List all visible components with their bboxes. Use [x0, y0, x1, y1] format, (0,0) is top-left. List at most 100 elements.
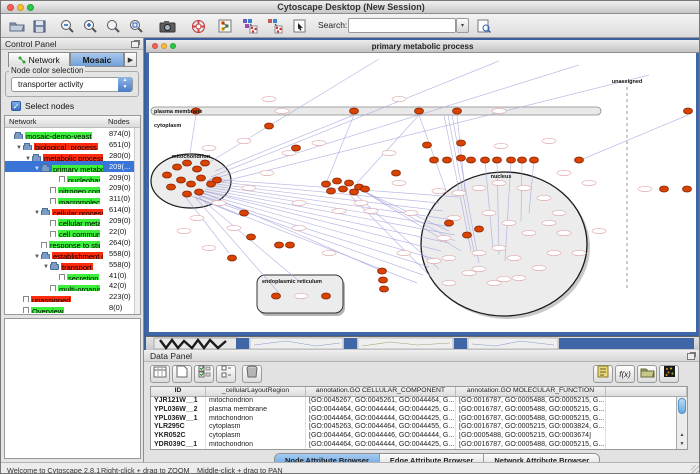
tree-row[interactable]: ▼cellular process614(0) — [5, 204, 140, 215]
help-button[interactable] — [187, 16, 209, 36]
snapshot-icon — [159, 20, 176, 33]
table-cell[interactable]: mitochondrion — [206, 397, 306, 406]
scroll-down-icon[interactable]: ▼ — [677, 440, 687, 449]
new-attribute-button[interactable] — [172, 365, 192, 383]
column-header-region[interactable]: _cellularLayoutRegion — [206, 387, 306, 396]
table-cell[interactable]: cytoplasm — [206, 432, 306, 441]
table-row[interactable]: YKR052Ccytoplasm[GO:0044464, GO:0044446,… — [151, 432, 687, 441]
tree-row-label: nitrogen compound — [58, 187, 100, 194]
tree-row[interactable]: macromolecule311(0) — [5, 193, 140, 204]
apply-layout-2-button[interactable] — [264, 16, 286, 36]
tree-row[interactable]: unassigned223(0) — [5, 291, 140, 302]
tree-header-nodes: Nodes — [108, 117, 130, 126]
zoom-fit-button[interactable] — [125, 16, 147, 36]
tree-row[interactable]: response to stimulus264(0) — [5, 237, 140, 248]
table-cell[interactable]: [GO:0016787, GO:0005488, GO:0005215, G..… — [456, 397, 606, 406]
table-row[interactable]: YPL036W__1mitochondrion[GO:0044464, GO:0… — [151, 415, 687, 424]
matrix-view-button[interactable] — [659, 365, 679, 383]
table-cell[interactable]: YPL036W__2 — [151, 406, 206, 415]
apply-layout-1-icon — [242, 18, 258, 34]
select-attributes-button[interactable] — [194, 365, 214, 383]
tree-row[interactable]: ▼biological_process651(0) — [5, 139, 140, 150]
search-options-button[interactable] — [473, 16, 495, 36]
zoom-in-button[interactable] — [79, 16, 101, 36]
formula-builder-button[interactable]: f(x) — [615, 365, 635, 383]
network-canvas[interactable]: plasma membranecytoplasmmitochondrionnuc… — [149, 53, 696, 332]
attribute-list-button[interactable] — [216, 365, 236, 383]
table-cell[interactable]: [GO:0044464, GO:0044444, GO:0044425, G..… — [306, 441, 456, 450]
tree-row[interactable]: ▼transport558(0) — [5, 259, 140, 270]
scroll-up-icon[interactable]: ▲ — [677, 431, 687, 440]
notes-button[interactable] — [593, 365, 613, 383]
tree-row[interactable]: nucleobase-containing209(0) — [5, 172, 140, 183]
birds-eye-view[interactable] — [4, 318, 141, 459]
search-input[interactable] — [348, 18, 456, 33]
table-cell[interactable]: [GO:0016787, GO:0005488, GO:0005215, G..… — [456, 406, 606, 415]
table-cell[interactable]: [GO:0016787, GO:0005215, GO:0003824, G..… — [456, 423, 606, 432]
tree-row[interactable]: ▼establishment of loc558(0) — [5, 248, 140, 259]
table-cell[interactable]: [GO:0005488, GO:0005215, GO:0003674] — [456, 432, 606, 441]
select-nodes-checkbox[interactable]: ✓ — [11, 101, 21, 111]
tab-mosaic[interactable]: Mosaic — [70, 52, 124, 67]
open-file-button[interactable] — [6, 16, 28, 36]
table-cell[interactable]: [GO:0044464, GO:0044444, GO:0044425, G..… — [306, 406, 456, 415]
float-panel-icon[interactable] — [131, 41, 139, 48]
tab-network[interactable]: Network — [8, 52, 70, 67]
table-cell[interactable]: [GO:0016787, GO:0005488, GO:0005215, G..… — [456, 415, 606, 424]
table-cell[interactable]: YKR052C — [151, 432, 206, 441]
import-attributes-button[interactable] — [637, 365, 657, 383]
attribute-table-button[interactable] — [150, 365, 170, 383]
tree-row[interactable]: secretion41(0) — [5, 270, 140, 281]
table-cell[interactable]: plasma membrane — [206, 406, 306, 415]
node-color-dropdown[interactable]: transporter activity ▲▼ — [11, 77, 133, 92]
tree-row[interactable]: nitrogen compound209(0) — [5, 182, 140, 193]
table-cell[interactable]: [GO:0045267, GO:0045261, GO:0044464, G..… — [306, 397, 456, 406]
table-row[interactable]: YLR295Ccytoplasm[GO:0045263, GO:0044464,… — [151, 423, 687, 432]
table-cell[interactable]: [GO:0045263, GO:0044464, GO:0044455, G..… — [306, 423, 456, 432]
search-combo-arrow-icon[interactable]: ▾ — [456, 18, 469, 33]
table-row[interactable]: YDR039C__1mitochondrion[GO:0044464, GO:0… — [151, 441, 687, 450]
table-cell[interactable]: [GO:0044464, GO:0044444, GO:0044425, G..… — [306, 415, 456, 424]
tree-row[interactable]: cell communication22(0) — [5, 226, 140, 237]
apply-layout-1-button[interactable] — [239, 16, 261, 36]
float-panel-icon[interactable] — [687, 353, 695, 360]
column-header-id[interactable]: ID — [151, 387, 206, 396]
network-view-titlebar[interactable]: primary metabolic process — [146, 40, 699, 53]
attribute-table-header[interactable]: ID _cellularLayoutRegion annotation.GO C… — [151, 387, 687, 397]
table-cell[interactable]: YJR121W__1 — [151, 397, 206, 406]
tree-row[interactable]: Overview8(0) — [5, 302, 140, 313]
column-header-cellular-component[interactable]: annotation.GO CELLULAR_COMPONENT — [306, 387, 456, 396]
tree-scrollbar[interactable] — [134, 128, 140, 314]
table-scrollbar[interactable]: ▲ ▼ — [676, 397, 687, 449]
tree-row[interactable]: ▼primary metabolic process209(... — [5, 161, 140, 172]
chevron-right-icon: ▶ — [128, 57, 133, 64]
table-cell[interactable]: [GO:0016787, GO:0005488, GO:0005215, G..… — [456, 441, 606, 450]
snapshot-button[interactable] — [156, 16, 178, 36]
table-cell[interactable]: YPL036W__1 — [151, 415, 206, 424]
delete-attribute-button[interactable] — [242, 365, 262, 383]
attribute-table[interactable]: ID _cellularLayoutRegion annotation.GO C… — [150, 386, 688, 450]
scrollbar-thumb[interactable] — [678, 398, 686, 414]
network-overview-button[interactable] — [214, 16, 236, 36]
table-cell[interactable]: mitochondrion — [206, 415, 306, 424]
resize-grip[interactable] — [691, 465, 700, 474]
tree-row[interactable]: multi-organism proc42(0) — [5, 280, 140, 291]
tab-overflow-button[interactable]: ▶ — [124, 52, 137, 67]
tree-row[interactable]: mosaic-demo-yeast874(0) — [5, 128, 140, 139]
tree-row[interactable]: ▼metabolic process280(0) — [5, 150, 140, 161]
table-cell[interactable]: mitochondrion — [206, 441, 306, 450]
network-view-window[interactable]: primary metabolic process plasma membran… — [146, 40, 699, 335]
save-session-button[interactable] — [28, 16, 50, 36]
table-cell[interactable]: [GO:0044464, GO:0044446, GO:0044444, G..… — [306, 432, 456, 441]
background-windows-strip[interactable] — [146, 336, 699, 350]
table-cell[interactable]: YDR039C__1 — [151, 441, 206, 450]
column-header-molecular-function[interactable]: annotation.GO MOLECULAR_FUNCTION — [456, 387, 606, 396]
table-row[interactable]: YJR121W__1mitochondrion[GO:0045267, GO:0… — [151, 397, 687, 406]
table-cell[interactable]: cytoplasm — [206, 423, 306, 432]
annotation-button[interactable] — [289, 16, 311, 36]
zoom-selected-button[interactable] — [102, 16, 124, 36]
table-row[interactable]: YPL036W__2plasma membrane[GO:0044464, GO… — [151, 406, 687, 415]
tree-row[interactable]: cellular metabolic209(0) — [5, 215, 140, 226]
zoom-out-button[interactable] — [56, 16, 78, 36]
table-cell[interactable]: YLR295C — [151, 423, 206, 432]
